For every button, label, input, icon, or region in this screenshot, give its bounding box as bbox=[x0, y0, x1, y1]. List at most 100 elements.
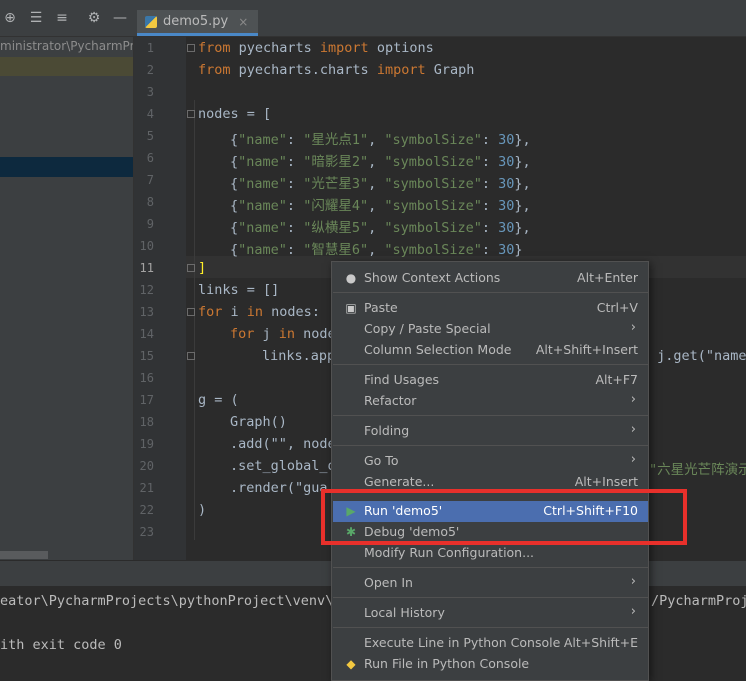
project-scrollbar[interactable] bbox=[0, 551, 48, 559]
context-menu: ● Show Context Actions Alt+Enter ▣ Paste… bbox=[331, 261, 649, 681]
tab-filename: demo5.py bbox=[163, 13, 229, 29]
line-number: 7 bbox=[146, 173, 154, 187]
line-number: 10 bbox=[139, 239, 154, 253]
menu-separator bbox=[333, 364, 648, 365]
line-number: 2 bbox=[146, 63, 154, 77]
chevron-right-icon: › bbox=[630, 574, 636, 589]
menu-item-column-selection-mode[interactable]: Column Selection Mode Alt+Shift+Insert bbox=[333, 340, 648, 361]
menu-separator bbox=[333, 627, 648, 628]
line-number-current: 11 bbox=[139, 261, 154, 275]
python-file-icon bbox=[145, 15, 157, 28]
code-line-1: from pyecharts import options bbox=[198, 40, 434, 56]
line-number: 19 bbox=[139, 437, 154, 451]
code-line-19: .add("", node bbox=[230, 436, 336, 452]
close-tab-icon[interactable]: × bbox=[238, 11, 248, 33]
menu-separator bbox=[333, 597, 648, 598]
menu-separator bbox=[333, 445, 648, 446]
code-line-22: ) bbox=[198, 502, 207, 518]
annotation-highlight-box bbox=[321, 489, 687, 545]
lightbulb-icon: ● bbox=[345, 271, 357, 285]
menu-separator bbox=[333, 415, 648, 416]
line-number: 13 bbox=[139, 305, 154, 319]
fold-marker[interactable] bbox=[187, 110, 195, 118]
chevron-right-icon: › bbox=[630, 604, 636, 619]
chevron-right-icon: › bbox=[630, 392, 636, 407]
menu-separator bbox=[333, 567, 648, 568]
line-number: 21 bbox=[139, 481, 154, 495]
code-line-20-right: "六星光芒阵演示 bbox=[649, 462, 746, 478]
chevron-right-icon: › bbox=[630, 422, 636, 437]
code-line-11: ] bbox=[198, 260, 207, 276]
line-number: 22 bbox=[139, 503, 154, 517]
menu-item-copy-paste-special[interactable]: Copy / Paste Special › bbox=[333, 319, 648, 340]
line-number: 14 bbox=[139, 327, 154, 341]
python-icon: ◆ bbox=[346, 657, 356, 671]
line-number: 1 bbox=[146, 41, 154, 55]
code-line-5: {"name": "星光点1", "symbolSize": 30}, bbox=[230, 132, 531, 148]
menu-item-refactor[interactable]: Refactor › bbox=[333, 391, 648, 412]
code-line-4: nodes = [ bbox=[198, 106, 272, 122]
indent-guide bbox=[194, 100, 195, 540]
line-number: 12 bbox=[139, 283, 154, 297]
clipboard-icon: ▣ bbox=[345, 301, 357, 315]
line-number: 16 bbox=[139, 371, 154, 385]
code-line-9: {"name": "纵横星5", "symbolSize": 30}, bbox=[230, 220, 531, 236]
code-line-15: links.app bbox=[262, 348, 336, 364]
menu-item-run-file-in-console[interactable]: ◆ Run File in Python Console bbox=[333, 654, 648, 675]
project-highlight-row[interactable] bbox=[0, 57, 133, 76]
menu-item-local-history[interactable]: Local History › bbox=[333, 603, 648, 624]
run-output-line-1-right: /PycharmProj bbox=[651, 593, 746, 609]
project-root-path[interactable]: ministrator\PycharmProje bbox=[0, 39, 133, 53]
menu-item-go-to[interactable]: Go To › bbox=[333, 451, 648, 472]
menu-item-modify-run-configuration[interactable]: Modify Run Configuration... bbox=[333, 543, 648, 564]
menu-item-execute-line-in-console[interactable]: Execute Line in Python Console Alt+Shift… bbox=[333, 633, 648, 654]
menu-item-find-usages[interactable]: Find Usages Alt+F7 bbox=[333, 370, 648, 391]
line-number: 4 bbox=[146, 107, 154, 121]
minimize-icon[interactable]: — bbox=[112, 10, 128, 26]
code-line-17: g = ( bbox=[198, 392, 239, 408]
line-number: 5 bbox=[146, 129, 154, 143]
code-line-15-right: j.get("name" bbox=[649, 348, 746, 364]
run-output-exit: ith exit code 0 bbox=[0, 637, 122, 653]
code-line-13: for i in nodes: bbox=[198, 304, 320, 320]
fold-marker[interactable] bbox=[187, 352, 195, 360]
expand-all-icon[interactable]: ☰ bbox=[28, 10, 44, 26]
code-line-8: {"name": "闪耀星4", "symbolSize": 30}, bbox=[230, 198, 531, 214]
line-number: 8 bbox=[146, 195, 154, 209]
menu-separator bbox=[333, 292, 648, 293]
code-line-7: {"name": "光芒星3", "symbolSize": 30}, bbox=[230, 176, 531, 192]
line-number: 20 bbox=[139, 459, 154, 473]
code-line-12: links = [] bbox=[198, 282, 280, 298]
top-toolbar: ⊕ ☰ ≡ ⚙ — demo5.py × bbox=[0, 0, 746, 37]
menu-item-open-in[interactable]: Open In › bbox=[333, 573, 648, 594]
fold-marker[interactable] bbox=[187, 264, 195, 272]
code-line-20: .set_global_o bbox=[230, 458, 336, 474]
line-number: 23 bbox=[139, 525, 154, 539]
gear-icon[interactable]: ⚙ bbox=[86, 10, 102, 26]
menu-item-folding[interactable]: Folding › bbox=[333, 421, 648, 442]
line-number: 9 bbox=[146, 217, 154, 231]
project-panel: ministrator\PycharmProje bbox=[0, 37, 134, 560]
code-line-18: Graph() bbox=[230, 414, 287, 430]
collapse-all-icon[interactable]: ≡ bbox=[54, 10, 70, 26]
project-selected-row[interactable] bbox=[0, 157, 133, 177]
line-number: 15 bbox=[139, 349, 154, 363]
locate-icon[interactable]: ⊕ bbox=[2, 10, 18, 26]
fold-marker[interactable] bbox=[187, 44, 195, 52]
fold-marker[interactable] bbox=[187, 308, 195, 316]
line-number: 18 bbox=[139, 415, 154, 429]
line-number: 3 bbox=[146, 85, 154, 99]
menu-item-paste[interactable]: ▣ Paste Ctrl+V bbox=[333, 298, 648, 319]
code-line-2: from pyecharts.charts import Graph bbox=[198, 62, 475, 78]
code-line-6: {"name": "暗影星2", "symbolSize": 30}, bbox=[230, 154, 531, 170]
run-output-line-1: eator\PycharmProjects\pythonProject\venv… bbox=[0, 593, 342, 609]
code-line-10: {"name": "智慧星6", "symbolSize": 30} bbox=[230, 242, 523, 258]
chevron-right-icon: › bbox=[630, 452, 636, 467]
line-number: 17 bbox=[139, 393, 154, 407]
code-line-21: .render("gua bbox=[230, 480, 328, 496]
menu-item-generate[interactable]: Generate... Alt+Insert bbox=[333, 472, 648, 486]
chevron-right-icon: › bbox=[630, 320, 636, 335]
menu-item-show-context-actions[interactable]: ● Show Context Actions Alt+Enter bbox=[333, 268, 648, 289]
editor-tab-demo5[interactable]: demo5.py × bbox=[137, 10, 259, 36]
line-number: 6 bbox=[146, 151, 154, 165]
